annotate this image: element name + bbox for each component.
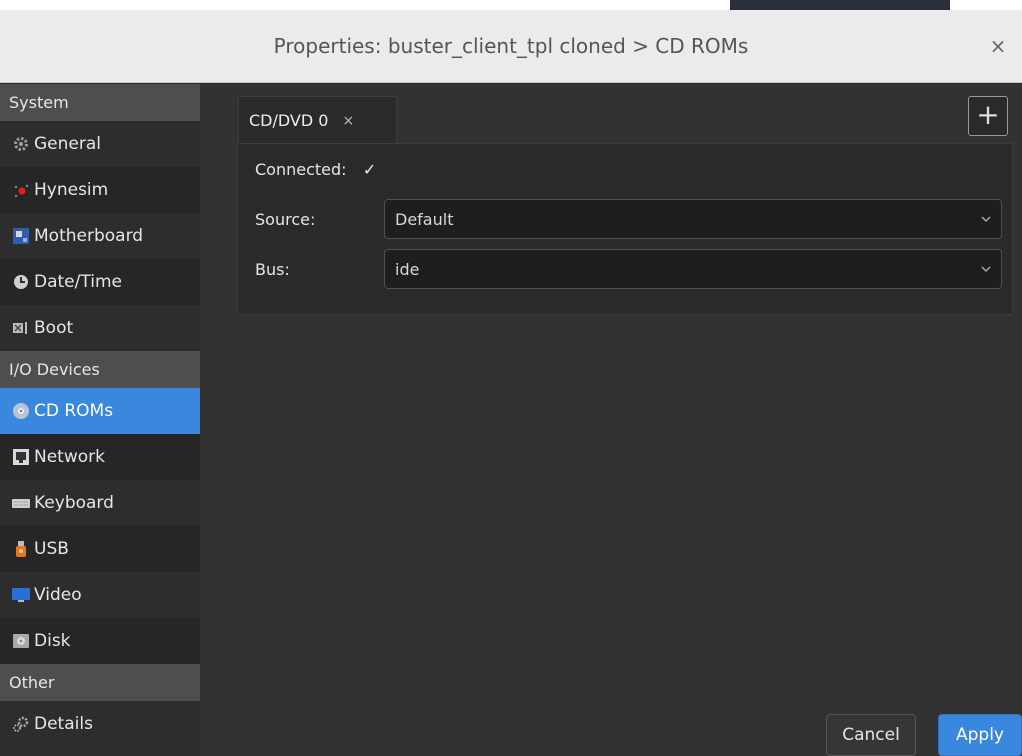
sidebar-header-io-devices: I/O Devices bbox=[0, 351, 200, 388]
sidebar-item-general[interactable]: General bbox=[0, 121, 200, 167]
title-bar: Properties: buster_client_tpl cloned > C… bbox=[0, 10, 1022, 83]
chevron-down-icon bbox=[981, 216, 991, 223]
sidebar-item-label: Video bbox=[34, 585, 82, 605]
bus-select[interactable]: ide bbox=[384, 249, 1002, 289]
cd-properties-panel: Connected: ✓ Source: Default Bus: ide bbox=[237, 143, 1013, 315]
usb-icon bbox=[11, 539, 31, 559]
monitor-icon bbox=[11, 585, 31, 605]
gear-icon bbox=[11, 134, 31, 154]
cancel-button[interactable]: Cancel bbox=[826, 714, 916, 756]
bus-value: ide bbox=[395, 259, 420, 279]
hynesim-icon bbox=[11, 180, 31, 200]
sidebar-header-other: Other bbox=[0, 664, 200, 701]
sidebar-item-label: Keyboard bbox=[34, 493, 114, 513]
sidebar-item-label: Date/Time bbox=[34, 272, 122, 292]
sidebar-item-label: Boot bbox=[34, 318, 74, 338]
sidebar-item-label: Hynesim bbox=[34, 180, 109, 200]
main-pane: CD/DVD 0 × + Connected: ✓ Source: Defaul… bbox=[200, 84, 1022, 756]
source-select[interactable]: Default bbox=[384, 199, 1002, 239]
connected-row: Connected: ✓ bbox=[255, 148, 379, 190]
sidebar-item-label: Disk bbox=[34, 631, 71, 651]
tab-close-icon[interactable]: × bbox=[342, 113, 354, 129]
sidebar-item-label: USB bbox=[34, 539, 69, 559]
sidebar-item-label: Motherboard bbox=[34, 226, 144, 246]
motherboard-icon bbox=[11, 226, 31, 246]
sidebar-item-hynesim[interactable]: Hynesim bbox=[0, 167, 200, 213]
source-label: Source: bbox=[255, 209, 316, 229]
sidebar-item-date-time[interactable]: Date/Time bbox=[0, 259, 200, 305]
bus-label: Bus: bbox=[255, 259, 290, 279]
tab-cd-dvd-0[interactable]: CD/DVD 0 × bbox=[238, 96, 397, 144]
sidebar-item-boot[interactable]: Boot bbox=[0, 305, 200, 351]
boot-icon bbox=[11, 318, 31, 338]
window-title: Properties: buster_client_tpl cloned > C… bbox=[273, 34, 749, 58]
desktop-wallpaper-fragment bbox=[730, 0, 950, 10]
network-icon bbox=[11, 447, 31, 467]
sidebar-header-system: System bbox=[0, 84, 200, 121]
sidebar-item-cd-roms[interactable]: CD ROMs bbox=[0, 388, 200, 434]
keyboard-icon bbox=[11, 493, 31, 513]
bus-row: Bus: bbox=[255, 248, 290, 290]
sidebar-item-label: Details bbox=[34, 714, 93, 734]
sidebar-item-disk[interactable]: Disk bbox=[0, 618, 200, 664]
chevron-down-icon bbox=[981, 266, 991, 273]
sidebar-item-label: Network bbox=[34, 447, 105, 467]
apply-button[interactable]: Apply bbox=[938, 714, 1022, 756]
sidebar-item-details[interactable]: Details bbox=[0, 701, 200, 747]
sidebar-item-usb[interactable]: USB bbox=[0, 526, 200, 572]
clock-icon bbox=[11, 272, 31, 292]
connected-label: Connected: bbox=[255, 159, 347, 179]
disk-icon bbox=[11, 631, 31, 651]
tab-label: CD/DVD 0 bbox=[249, 111, 329, 130]
sidebar-item-network[interactable]: Network bbox=[0, 434, 200, 480]
add-tab-button[interactable]: + bbox=[968, 96, 1008, 136]
sidebar-item-motherboard[interactable]: Motherboard bbox=[0, 213, 200, 259]
sidebar-item-video[interactable]: Video bbox=[0, 572, 200, 618]
source-row: Source: bbox=[255, 198, 315, 240]
sidebar-item-label: CD ROMs bbox=[34, 401, 114, 421]
source-value: Default bbox=[395, 209, 454, 229]
sidebar-item-keyboard[interactable]: Keyboard bbox=[0, 480, 200, 526]
cd-icon bbox=[11, 401, 31, 421]
connected-checkbox[interactable]: ✓ bbox=[361, 160, 379, 179]
sidebar-item-label: General bbox=[34, 134, 101, 154]
gears-icon bbox=[11, 714, 31, 734]
close-icon[interactable]: × bbox=[986, 34, 1010, 58]
sidebar: System General Hynesim Motherboard Date/… bbox=[0, 84, 200, 756]
